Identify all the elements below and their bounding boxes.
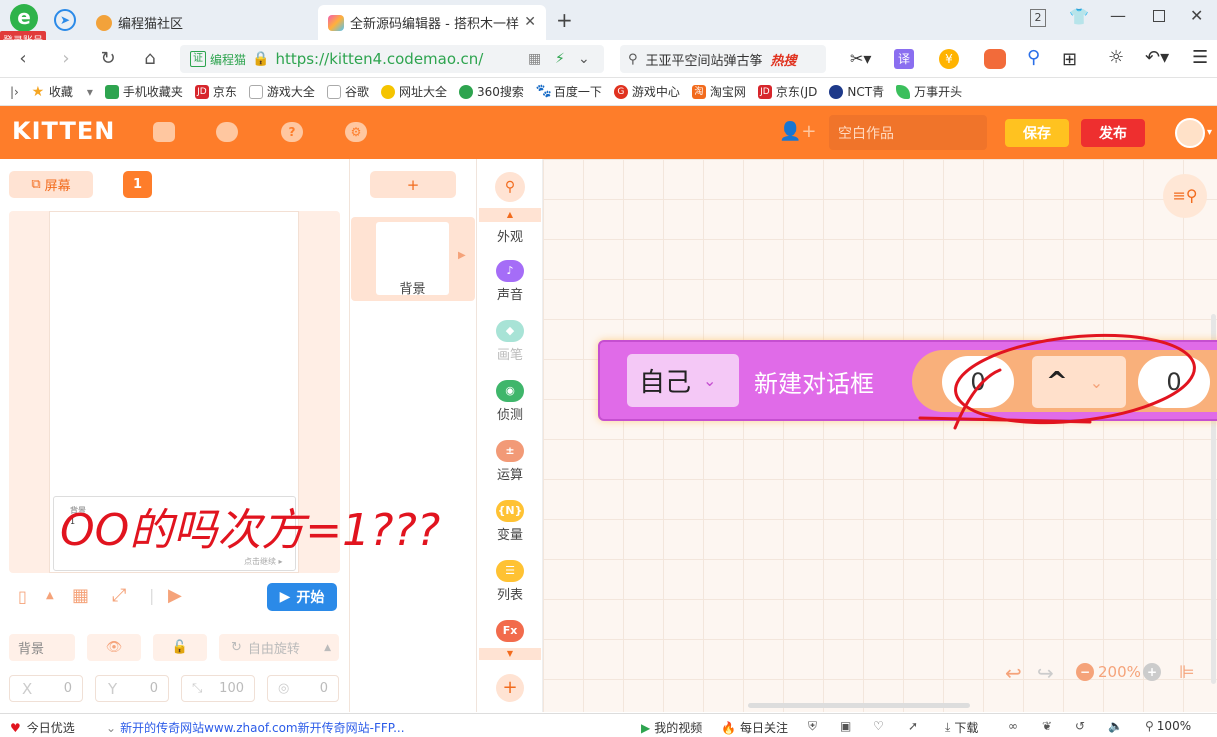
- news-text[interactable]: 新开的传奇网站www.zhaof.com新开传奇网站-FFP...: [120, 719, 405, 736]
- volume-icon[interactable]: 🔈: [1108, 719, 1123, 733]
- handwriting-annotation: OO的吗次方=1???: [60, 333, 1196, 556]
- fire-icon: 🔥: [721, 720, 736, 735]
- shield-icon[interactable]: ⛨: [808, 719, 817, 734]
- glasses-icon[interactable]: ∞: [1008, 719, 1018, 733]
- daily-follow[interactable]: 🔥 每日关注: [721, 719, 788, 736]
- page-zoom-label: 100%: [1156, 719, 1192, 733]
- news-link[interactable]: ⌄ 新开的传奇网站www.zhaof.com新开传奇网站-FFP...: [106, 719, 405, 736]
- browser-status-bar: ♥ 今日优选 ⌄ 新开的传奇网站www.zhaof.com新开传奇网站-FFP...…: [0, 713, 1217, 737]
- today-picks[interactable]: ♥ 今日优选: [10, 719, 75, 736]
- red-circle-mark: [954, 333, 1196, 425]
- download-button[interactable]: ⤓ 下载: [945, 719, 978, 736]
- red-underline-mark: [918, 416, 1092, 424]
- leaf-status-icon[interactable]: ❦: [1042, 719, 1052, 733]
- follow-label: 每日关注: [739, 721, 788, 735]
- handwriting-text: OO的吗次方=1???: [60, 505, 440, 556]
- video-label: 我的视频: [654, 721, 703, 735]
- rocket-icon[interactable]: ➚: [908, 719, 918, 733]
- health-icon[interactable]: ♡: [873, 719, 884, 733]
- heart-icon: ♥: [10, 720, 21, 735]
- zoom-icon: ⚲: [1145, 719, 1154, 733]
- download-icon: ⤓: [945, 720, 951, 734]
- chevron-down-icon: ⌄: [106, 720, 117, 735]
- video-icon: ▶: [641, 720, 651, 735]
- my-video[interactable]: ▶ 我的视频: [641, 719, 702, 736]
- download-label: 下载: [954, 721, 979, 735]
- today-picks-label: 今日优选: [26, 721, 75, 735]
- page-zoom[interactable]: ⚲ 100%: [1145, 719, 1191, 733]
- image-icon[interactable]: ▣: [840, 719, 851, 733]
- reset-icon[interactable]: ↺: [1075, 719, 1085, 733]
